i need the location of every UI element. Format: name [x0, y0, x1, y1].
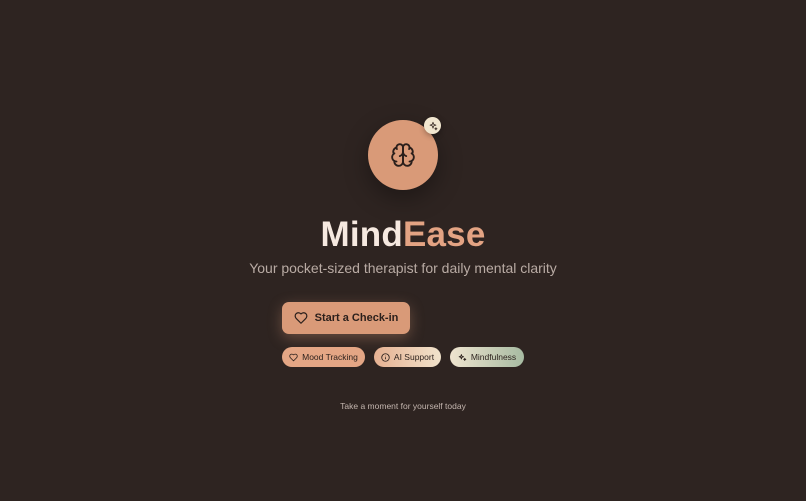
start-check-in-label: Start a Check-in [314, 312, 399, 324]
feature-chip-label: AI Support [393, 352, 435, 362]
feature-chip-mindfulness[interactable]: Mindfulness [450, 347, 524, 367]
feature-chip-ai-support[interactable]: AI Support [374, 347, 441, 367]
heart-icon [289, 353, 298, 361]
heart-icon [294, 312, 308, 324]
feature-chip-mood-tracking[interactable]: Mood Tracking [282, 347, 365, 367]
sparkle-icon [458, 353, 467, 361]
app-title: MindEase [0, 213, 806, 257]
start-check-in-button[interactable]: Start a Check-in [282, 302, 410, 334]
app-title-part1: Mind [320, 215, 403, 254]
sparkle-badge [424, 117, 441, 134]
footer-note: Take a moment for yourself today [340, 401, 466, 411]
landing-page: MindEase Your pocket-sized therapist for… [0, 0, 806, 501]
feature-chip-label: Mindfulness [470, 352, 517, 362]
tagline: Your pocket-sized therapist for daily me… [249, 260, 557, 276]
app-title-part2: Ease [402, 215, 486, 254]
app-logo [368, 117, 441, 190]
feature-chip-label: Mood Tracking [302, 352, 358, 362]
sparkle-icon [429, 121, 437, 130]
brain-icon [391, 143, 415, 167]
info-icon [381, 352, 390, 362]
